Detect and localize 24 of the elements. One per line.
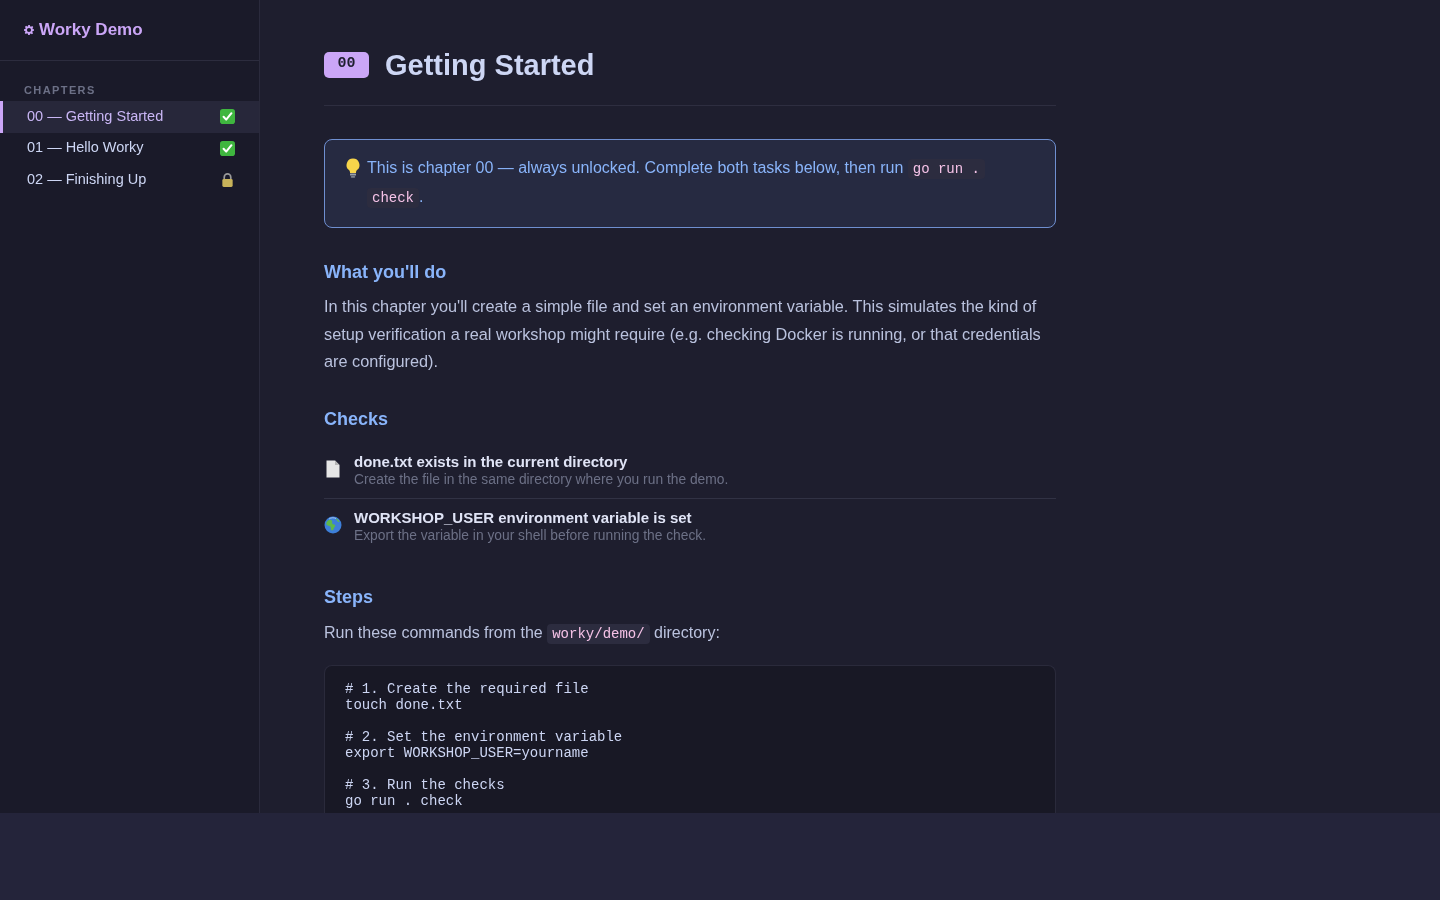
chapter-link[interactable]: 02 — Finishing Up (0, 164, 259, 196)
check-title: done.txt exists in the current directory (354, 452, 629, 471)
paragraph-text: Run these commands from the worky/demo/ directory: (324, 622, 721, 646)
globe-icon (324, 515, 342, 534)
check-mark-icon (220, 109, 235, 125)
chapter-link[interactable]: 01 — Hello Worky (0, 132, 259, 164)
paragraph-text: In this chapter you'll create a simple file and set an environment variable. This simulates the kind of setup verification a real workshop might require (e.g. checking Docker is running, or that credentials are configured). (324, 296, 1042, 372)
app-title: Worky Demo (39, 19, 143, 42)
check-description: Export the variable in your shell before running the check. (354, 526, 707, 544)
chapter-link[interactable]: 00 — Getting Started (0, 101, 259, 133)
lightbulb-icon (345, 158, 361, 178)
check-description: Create the file in the same directory where you run the demo. (354, 470, 729, 488)
check-mark-icon (220, 140, 235, 156)
section-heading: Steps (324, 585, 375, 609)
section-heading: What you'll do (324, 261, 448, 284)
section-label: CHAPTERS (24, 83, 97, 97)
document-icon (324, 459, 342, 478)
padlock-icon (220, 172, 235, 188)
chapter-number-badge: 00 (324, 51, 369, 78)
section-heading: Checks (324, 407, 390, 431)
code-block: # 1. Create the required file touch done.txt # 2. Set the environment variable export WORKSHOP_USER=yourname # 3. Run the checks go run . check (324, 664, 1056, 813)
check-title: WORKSHOP_USER environment variable is set (354, 508, 693, 527)
gear-icon (24, 25, 34, 35)
page-title: Getting Started (385, 47, 595, 83)
